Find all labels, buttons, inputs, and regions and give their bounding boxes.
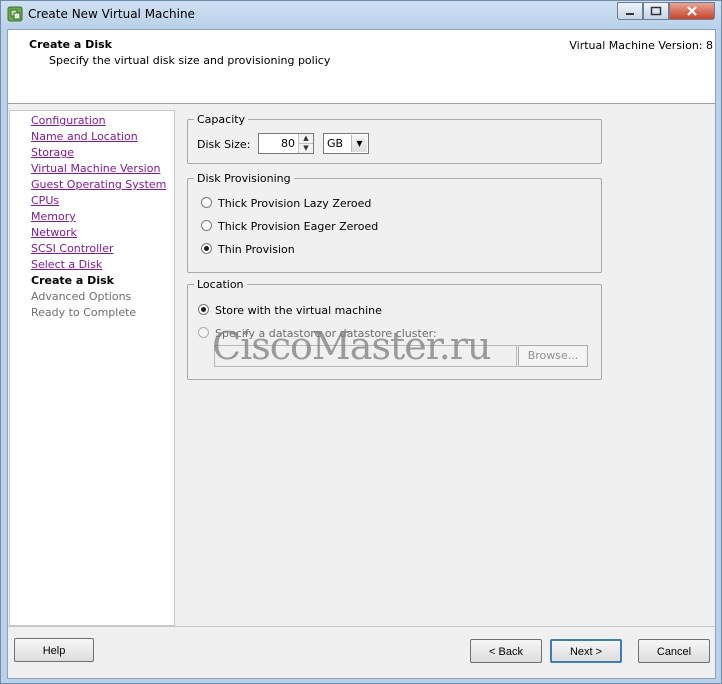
window-title: Create New Virtual Machine (28, 7, 195, 21)
radio-button-icon[interactable] (198, 327, 209, 338)
nav-step-name-and-location[interactable]: Name and Location (31, 130, 138, 143)
back-button[interactable]: < Back (470, 639, 542, 663)
radio-thin-provision[interactable]: Thin Provision (201, 243, 295, 256)
browse-button: Browse... (518, 345, 588, 367)
radio-label: Store with the virtual machine (215, 304, 382, 317)
radio-label: Thick Provision Lazy Zeroed (218, 197, 372, 210)
capacity-group-title: Capacity (194, 113, 249, 126)
nav-step-network[interactable]: Network (31, 226, 77, 239)
location-group-title: Location (194, 278, 247, 291)
next-button[interactable]: Next > (550, 639, 622, 663)
nav-step-cpus[interactable]: CPUs (31, 194, 59, 207)
page-title: Create a Disk (29, 38, 112, 51)
disk-size-stepper[interactable]: 80 ▲ ▼ (258, 133, 314, 154)
capacity-group: Capacity Disk Size: 80 ▲ ▼ GB ▼ (187, 113, 602, 164)
nav-step-ready-to-complete: Ready to Complete (31, 306, 137, 319)
radio-button-selected-icon[interactable] (201, 243, 212, 254)
nav-step-scsi-controller[interactable]: SCSI Controller (31, 242, 114, 255)
minimize-button[interactable] (617, 2, 643, 20)
radio-store-with-vm[interactable]: Store with the virtual machine (198, 304, 382, 317)
disk-size-unit-value: GB (327, 137, 344, 150)
radio-button-selected-icon[interactable] (198, 304, 209, 315)
wizard-window: Create New Virtual Machine Create a Disk… (0, 0, 722, 684)
disk-size-unit-select[interactable]: GB ▼ (323, 133, 369, 154)
close-button[interactable] (669, 2, 715, 20)
vsphere-app-icon (7, 6, 23, 22)
nav-step-configuration[interactable]: Configuration (31, 114, 106, 127)
title-bar[interactable]: Create New Virtual Machine (1, 1, 721, 29)
spin-down-icon[interactable]: ▼ (299, 144, 313, 153)
dropdown-arrow-icon[interactable]: ▼ (351, 135, 367, 152)
nav-step-vm-version[interactable]: Virtual Machine Version (31, 162, 160, 175)
radio-label: Thin Provision (218, 243, 295, 256)
nav-step-memory[interactable]: Memory (31, 210, 76, 223)
maximize-button[interactable] (643, 2, 669, 20)
nav-step-select-disk[interactable]: Select a Disk (31, 258, 102, 271)
maximize-icon (650, 6, 662, 16)
vm-version-label: Virtual Machine Version: 8 (569, 39, 713, 52)
radio-thick-eager-zeroed[interactable]: Thick Provision Eager Zeroed (201, 220, 378, 233)
cancel-button[interactable]: Cancel (638, 639, 710, 663)
wizard-step-list: Configuration Name and Location Storage … (9, 110, 175, 626)
wizard-client-area: Create a Disk Specify the virtual disk s… (7, 29, 716, 679)
nav-step-create-disk: Create a Disk (31, 274, 114, 287)
disk-size-value: 80 (281, 137, 295, 150)
minimize-icon (626, 13, 634, 15)
nav-step-storage[interactable]: Storage (31, 146, 74, 159)
radio-thick-lazy-zeroed[interactable]: Thick Provision Lazy Zeroed (201, 197, 371, 210)
radio-label: Thick Provision Eager Zeroed (218, 220, 379, 233)
disk-size-label: Disk Size: (197, 138, 251, 151)
radio-button-icon[interactable] (201, 197, 212, 208)
footer-separator (8, 626, 715, 627)
disk-provisioning-group: Disk Provisioning Thick Provision Lazy Z… (187, 172, 602, 273)
disk-provisioning-group-title: Disk Provisioning (194, 172, 294, 185)
wizard-header: Create a Disk Specify the virtual disk s… (8, 30, 715, 104)
close-icon (687, 6, 697, 16)
watermark-text: CiscoMaster.ru (212, 324, 491, 368)
disk-size-spin-buttons: ▲ ▼ (298, 134, 313, 153)
nav-step-advanced-options: Advanced Options (31, 290, 132, 303)
help-button[interactable]: Help (14, 638, 94, 662)
page-subtitle: Specify the virtual disk size and provis… (49, 54, 331, 67)
spin-up-icon[interactable]: ▲ (299, 134, 313, 144)
nav-step-guest-os[interactable]: Guest Operating System (31, 178, 166, 191)
radio-button-icon[interactable] (201, 220, 212, 231)
